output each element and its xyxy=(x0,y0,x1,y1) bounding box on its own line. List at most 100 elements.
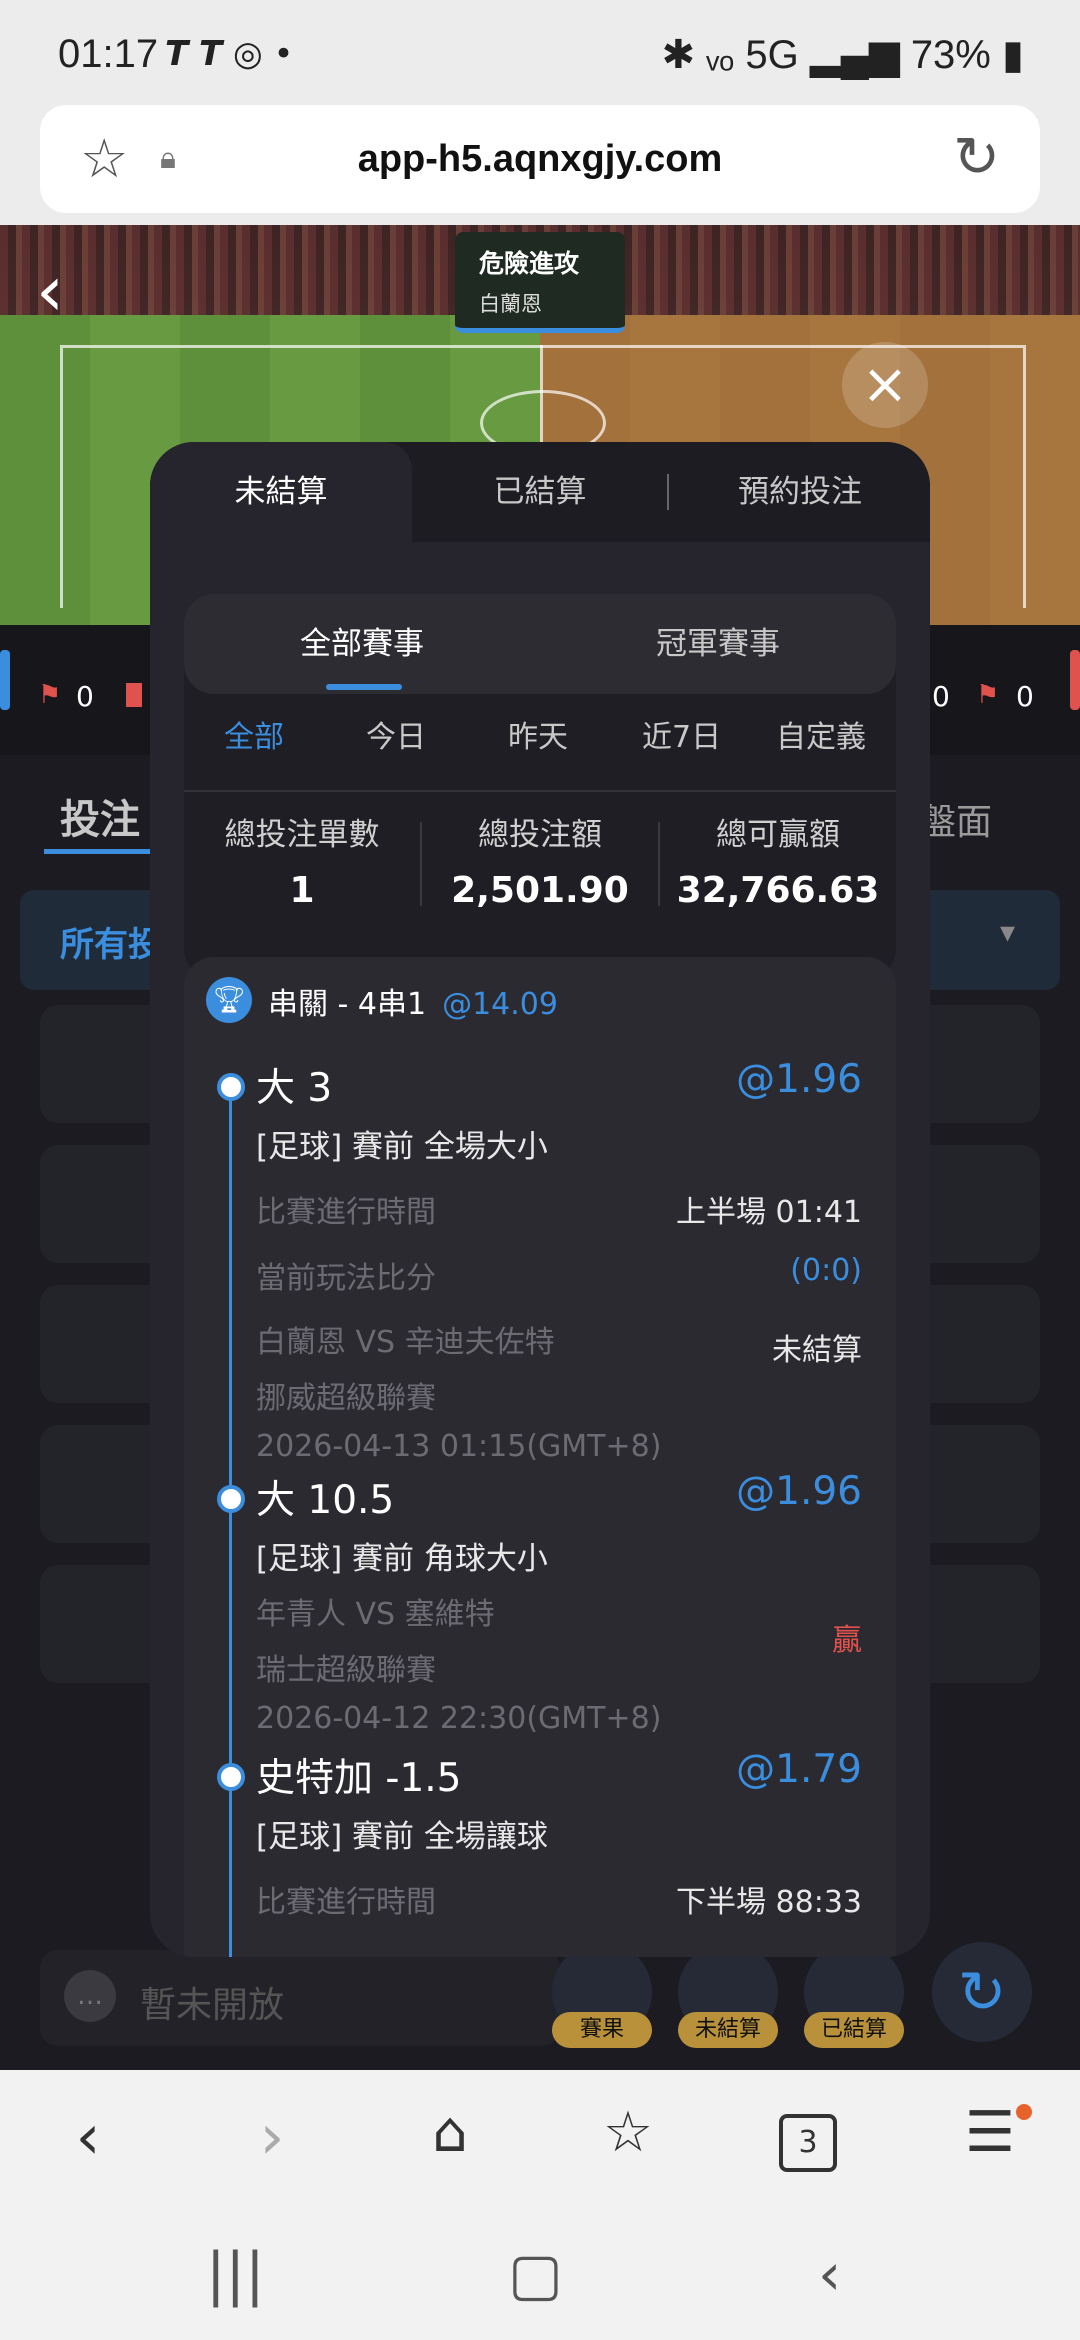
stat-total-bets: 總投注單數 1 xyxy=(184,809,420,911)
reload-icon[interactable]: ↻ xyxy=(953,125,1000,190)
tab-divider xyxy=(667,474,669,510)
divider xyxy=(184,790,896,792)
stat-value: 32,766.63 xyxy=(676,870,880,911)
bet-label[interactable]: 投注 xyxy=(60,787,140,845)
stat-value: 2,501.90 xyxy=(451,870,629,911)
team-left-color xyxy=(0,650,10,710)
corner-flag-icon: ⚑ xyxy=(976,680,1000,710)
left-corners: 0 xyxy=(76,680,94,713)
leg-match: 年青人 VS 塞維特 xyxy=(256,1597,495,1632)
tab-reserved[interactable]: 預約投注 xyxy=(670,442,930,542)
home-button-icon[interactable]: ▢ xyxy=(508,2240,563,2308)
system-back-icon[interactable]: ‹ xyxy=(818,2240,841,2308)
leg-datetime: 2026-04-12 22:30(GMT+8) xyxy=(256,1701,662,1736)
trophy-icon: 🏆︎ xyxy=(206,977,252,1023)
chat-icon: … xyxy=(64,1970,116,2022)
url-text[interactable]: app-h5.aqnxgjy.com xyxy=(40,105,1040,213)
filter-all[interactable]: 全部 xyxy=(224,712,284,756)
all-filter[interactable]: 所有投 xyxy=(60,917,162,966)
right-corners: 0 xyxy=(1016,680,1034,713)
url-bar[interactable]: ☆ 🔒︎ app-h5.aqnxgjy.com ↻ xyxy=(40,105,1040,213)
leg-score-label: 當前玩法比分 xyxy=(256,1261,436,1296)
bet-record-modal: 未結算 已結算 預約投注 全部賽事 冠軍賽事 全部 今日 昨天 近7日 自定義 … xyxy=(150,442,930,1957)
tab-bar: 未結算 已結算 預約投注 xyxy=(150,442,930,542)
stat-potential-win: 總可贏額 32,766.63 xyxy=(660,809,896,911)
event-title: 危險進攻 xyxy=(479,249,580,278)
recent-apps-icon[interactable]: ||| xyxy=(206,2240,265,2308)
status-right-icons: ✱ ᵥₒ 5G ▂▄▆ 73% ▮ xyxy=(661,33,1024,77)
unsettled-label[interactable]: 未結算 xyxy=(678,2012,778,2048)
segment-champion[interactable]: 冠軍賽事 xyxy=(540,594,896,694)
leg-market: [足球] 賽前 全場大小 xyxy=(256,1129,548,1165)
bookmarks-icon[interactable]: ☆ xyxy=(578,2100,678,2165)
filter-yesterday[interactable]: 昨天 xyxy=(508,712,568,756)
leg-status: 未結算 xyxy=(772,1333,862,1368)
status-time: 01:17 xyxy=(58,32,159,76)
tab-settled[interactable]: 已結算 xyxy=(412,442,668,542)
results-label[interactable]: 賽果 xyxy=(552,2012,652,2048)
red-card-icon xyxy=(126,683,142,707)
leg-league: 瑞士超級聯賽 xyxy=(256,1653,436,1688)
leg-market: [足球] 賽前 角球大小 xyxy=(256,1541,548,1577)
home-icon[interactable]: ⌂ xyxy=(400,2100,500,2165)
segment-indicator xyxy=(326,684,402,690)
leg-score-value: (0:0) xyxy=(790,1253,862,1288)
back-arrow-icon[interactable]: ‹ xyxy=(36,250,64,332)
settled-label[interactable]: 已結算 xyxy=(804,2012,904,2048)
segment-control: 全部賽事 冠軍賽事 xyxy=(184,594,896,694)
leg-time-value: 下半場 88:33 xyxy=(676,1885,862,1920)
segment-all-events[interactable]: 全部賽事 xyxy=(184,594,540,694)
event-team: 白蘭恩 xyxy=(479,292,542,316)
browser-nav-bar: ‹ › ⌂ ☆ 3 ☰ xyxy=(0,2070,1080,2210)
leg-time-label: 比賽進行時間 xyxy=(256,1195,436,1230)
right-cards: 0 xyxy=(932,680,950,713)
corner-flag-icon: ⚑ xyxy=(38,680,62,710)
system-nav-bar: ||| ▢ ‹ xyxy=(0,2210,1080,2340)
stat-label: 總可贏額 xyxy=(716,817,840,853)
forward-icon[interactable]: › xyxy=(222,2100,322,2173)
tabs-icon: 3 xyxy=(779,2114,837,2172)
notification-dot xyxy=(1016,2104,1032,2120)
timeline-dot xyxy=(217,1485,245,1513)
filter-today[interactable]: 今日 xyxy=(366,712,426,756)
timeline-line xyxy=(229,1079,232,1957)
stat-total-stake: 總投注額 2,501.90 xyxy=(422,809,658,911)
tab-unsettled[interactable]: 未結算 xyxy=(150,442,412,542)
status-bar: 01:17 𝙏 𝙏 ◎ • ✱ ᵥₒ 5G ▂▄▆ 73% ▮ xyxy=(0,0,1080,105)
stat-value: 1 xyxy=(289,870,315,911)
leg-odds: @1.79 xyxy=(736,1747,862,1792)
stat-label: 總投注額 xyxy=(478,817,602,853)
leg-time-label: 比賽進行時間 xyxy=(256,1885,436,1920)
leg-league: 挪威超級聯賽 xyxy=(256,1381,436,1416)
chat-placeholder: 暫未開放 xyxy=(140,1985,285,2026)
parlay-odds: @14.09 xyxy=(442,987,558,1022)
bet-tab-indicator xyxy=(44,849,154,854)
close-icon[interactable]: × xyxy=(842,342,928,428)
filter-custom[interactable]: 自定義 xyxy=(776,712,866,756)
leg-market: [足球] 賽前 全場讓球 xyxy=(256,1819,548,1855)
notification-icons: 𝙏 𝙏 ◎ • xyxy=(165,34,294,74)
tabs-button[interactable]: 3 xyxy=(758,2114,858,2172)
timeline-dot xyxy=(217,1073,245,1101)
leg-status: 贏 xyxy=(832,1623,862,1658)
stat-label: 總投注單數 xyxy=(224,817,380,853)
filter-7days[interactable]: 近7日 xyxy=(642,712,721,756)
parlay-title: 串關 - 4串1 xyxy=(268,987,427,1022)
leg-odds: @1.96 xyxy=(736,1469,862,1514)
leg-time-value: 上半場 01:41 xyxy=(676,1195,862,1230)
leg-odds: @1.96 xyxy=(736,1057,862,1102)
leg-selection: 大 10.5 xyxy=(256,1478,395,1523)
back-icon[interactable]: ‹ xyxy=(38,2100,138,2173)
parlay-bet-card[interactable]: 🏆︎ 串關 - 4串1 @14.09 大 3 @1.96 [足球] 賽前 全場大小… xyxy=(184,957,896,1957)
team-right-color xyxy=(1070,650,1080,710)
leg-datetime: 2026-04-13 01:15(GMT+8) xyxy=(256,1429,662,1464)
dropdown-icon[interactable]: ▾ xyxy=(1000,915,1015,950)
summary-panel: 全部賽事 冠軍賽事 全部 今日 昨天 近7日 自定義 總投注單數 1 總投注額 … xyxy=(184,594,896,979)
face-label[interactable]: 盤面 xyxy=(920,793,992,845)
chat-input[interactable]: … 暫未開放 xyxy=(40,1950,560,2046)
leg-match: 白蘭恩 VS 辛迪夫佐特 xyxy=(256,1325,555,1360)
leg-selection: 史特加 -1.5 xyxy=(256,1756,462,1801)
timeline-dot xyxy=(217,1763,245,1791)
refresh-icon[interactable]: ↻ xyxy=(932,1942,1032,2042)
parlay-header: 串關 - 4串1 @14.09 xyxy=(268,979,558,1023)
